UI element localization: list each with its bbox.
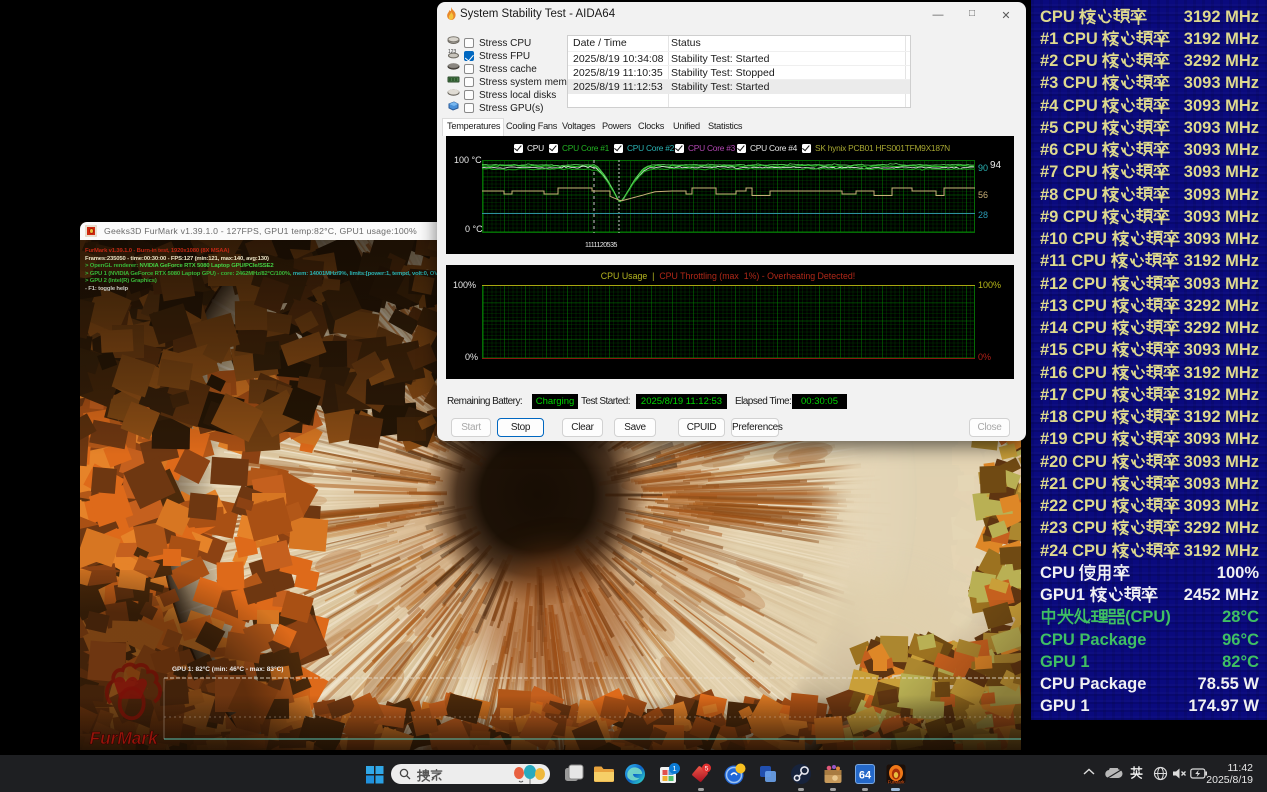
svg-text:FurMark: FurMark xyxy=(90,728,160,748)
svg-text:5: 5 xyxy=(705,765,709,772)
svg-text:64: 64 xyxy=(859,770,872,782)
svg-text:1: 1 xyxy=(672,764,676,773)
svg-text:FurMark: FurMark xyxy=(888,780,905,785)
